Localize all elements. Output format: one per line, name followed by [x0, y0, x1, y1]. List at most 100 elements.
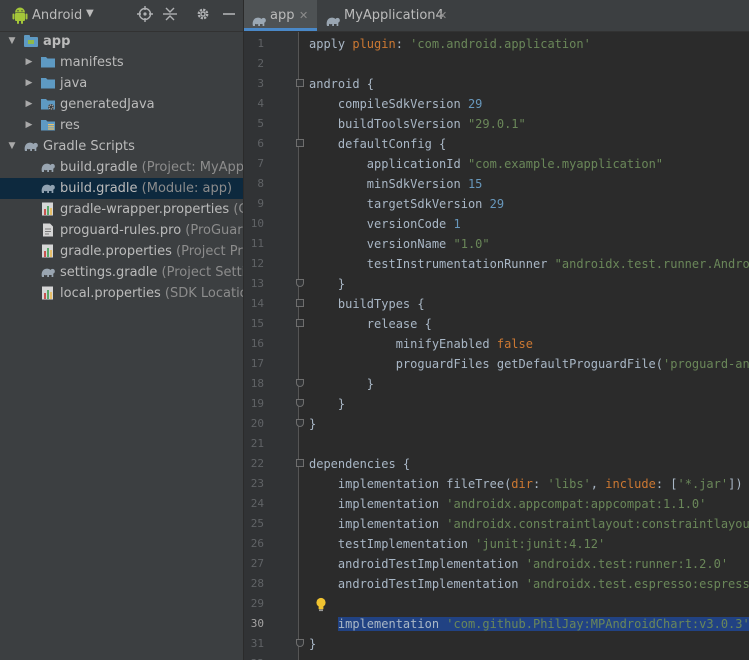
tree-item-app[interactable]: ▼ app — [0, 31, 243, 52]
code-line[interactable]: 11 versionName "1.0" — [244, 234, 749, 254]
expand-down-icon[interactable]: ▼ — [6, 31, 18, 52]
tree-item-gradle-wrapper-properties[interactable]: gradle-wrapper.properties (Gradle Versio… — [0, 199, 243, 220]
code-text: minSdkVersion 15 — [309, 174, 483, 194]
tree-item-java[interactable]: ▶ java — [0, 73, 243, 94]
fold-start-icon[interactable] — [296, 299, 304, 307]
generated-folder-icon — [40, 97, 56, 112]
tree-item-name: java — [60, 76, 88, 91]
code-area[interactable]: 1 apply plugin: 'com.android.application'… — [244, 32, 749, 660]
fold-end-icon[interactable] — [296, 279, 304, 287]
tree-item-settings-gradle[interactable]: settings.gradle (Project Settings) — [0, 262, 243, 283]
code-line[interactable]: 26 testImplementation 'junit:junit:4.12' — [244, 534, 749, 554]
code-line[interactable]: 2 — [244, 54, 749, 74]
close-icon[interactable]: ✕ — [438, 0, 447, 31]
code-token: include — [605, 477, 656, 491]
tree-item-label: res — [60, 115, 80, 136]
code-line[interactable]: 19 } — [244, 394, 749, 414]
code-line[interactable]: 18 } — [244, 374, 749, 394]
expand-right-icon[interactable]: ▶ — [23, 94, 35, 115]
expand-right-icon[interactable]: ▶ — [23, 52, 35, 73]
code-token: apply — [309, 37, 353, 51]
code-token: 'androidx.test.espresso:espresso-core:3.… — [525, 577, 749, 591]
code-line[interactable]: 3 android { — [244, 74, 749, 94]
expand-right-icon[interactable]: ▶ — [23, 73, 35, 94]
tree-item-generatedJava[interactable]: ▶ generatedJava — [0, 94, 243, 115]
fold-end-icon[interactable] — [296, 639, 304, 647]
code-line[interactable]: 14 buildTypes { — [244, 294, 749, 314]
fold-end-icon[interactable] — [296, 419, 304, 427]
collapse-all-icon[interactable] — [161, 6, 179, 24]
tree-item-name: app — [43, 34, 71, 49]
code-line[interactable]: 25 implementation 'androidx.constraintla… — [244, 514, 749, 534]
code-line[interactable]: 12 testInstrumentationRunner "androidx.t… — [244, 254, 749, 274]
fold-start-icon[interactable] — [296, 459, 304, 467]
code-line[interactable]: 20} — [244, 414, 749, 434]
code-line[interactable]: 16 minifyEnabled false — [244, 334, 749, 354]
code-token: 1 — [453, 217, 461, 231]
code-token: : — [395, 37, 411, 51]
tree-item-proguard-rules[interactable]: proguard-rules.pro (ProGuard Rules for a… — [0, 220, 243, 241]
code-line[interactable]: 27 androidTestImplementation 'androidx.t… — [244, 554, 749, 574]
code-line[interactable]: 8 minSdkVersion 15 — [244, 174, 749, 194]
tree-item-hint: (Project Properties) — [176, 244, 243, 259]
tree-item-build-gradle-project[interactable]: build.gradle (Project: MyApplication4) — [0, 157, 243, 178]
tree-item-manifests[interactable]: ▶ manifests — [0, 52, 243, 73]
line-number: 15 — [250, 317, 264, 330]
fold-end-icon[interactable] — [296, 399, 304, 407]
code-line[interactable]: 17 proguardFiles getDefaultProguardFile(… — [244, 354, 749, 374]
code-line[interactable]: 9 targetSdkVersion 29 — [244, 194, 749, 214]
locate-icon[interactable] — [136, 6, 154, 24]
code-line[interactable]: 13 } — [244, 274, 749, 294]
code-token: applicationId — [309, 157, 468, 171]
line-number: 21 — [250, 437, 264, 450]
tree-item-label: java — [60, 73, 87, 94]
fold-start-icon[interactable] — [296, 79, 304, 87]
code-line[interactable]: 1 apply plugin: 'com.android.application' — [244, 34, 749, 54]
tree-item-hint: (ProGuard Rules for app) — [185, 223, 243, 238]
line-number: 20 — [250, 417, 264, 430]
tree-item-label: manifests — [60, 52, 124, 73]
code-line[interactable]: 21 — [244, 434, 749, 454]
close-icon[interactable]: ✕ — [299, 0, 308, 31]
code-line[interactable]: 10 versionCode 1 — [244, 214, 749, 234]
tree-item-res[interactable]: ▶ res — [0, 115, 243, 136]
code-line[interactable]: 7 applicationId "com.example.myapplicati… — [244, 154, 749, 174]
minimize-icon[interactable] — [220, 6, 238, 24]
code-line[interactable]: 30 implementation 'com.github.PhilJay:MP… — [244, 614, 749, 634]
fold-start-icon[interactable] — [296, 139, 304, 147]
tree-item-local-properties[interactable]: local.properties (SDK Location) — [0, 283, 243, 304]
gear-icon[interactable] — [194, 6, 212, 24]
code-line[interactable]: 23 implementation fileTree(dir: 'libs', … — [244, 474, 749, 494]
fold-start-icon[interactable] — [296, 319, 304, 327]
tree-item-build-gradle-module[interactable]: build.gradle (Module: app) — [0, 178, 243, 199]
code-line[interactable]: 5 buildToolsVersion "29.0.1" — [244, 114, 749, 134]
code-token: defaultConfig { — [309, 137, 447, 151]
code-token: implementation — [309, 517, 447, 531]
tree-item-name: res — [60, 118, 80, 133]
code-line[interactable]: 24 implementation 'androidx.appcompat:ap… — [244, 494, 749, 514]
code-text: testImplementation 'junit:junit:4.12' — [309, 534, 605, 554]
code-text: } — [309, 374, 374, 394]
code-line[interactable]: 4 compileSdkVersion 29 — [244, 94, 749, 114]
code-token: plugin — [352, 37, 396, 51]
code-text: minifyEnabled false — [309, 334, 533, 354]
tab-app[interactable]: app ✕ — [244, 0, 317, 31]
tree-item-gradle-scripts[interactable]: ▼ Gradle Scripts — [0, 136, 243, 157]
code-line[interactable]: 31} — [244, 634, 749, 654]
code-line[interactable]: 22 dependencies { — [244, 454, 749, 474]
chevron-down-icon[interactable]: ▼ — [86, 8, 94, 19]
code-token: testImplementation — [309, 537, 476, 551]
project-view-selector[interactable]: Android — [32, 8, 82, 23]
tab-myapplication4[interactable]: MyApplication4 ✕ — [318, 0, 456, 31]
code-line[interactable]: 15 release { — [244, 314, 749, 334]
code-text: implementation 'androidx.appcompat:appco… — [309, 494, 706, 514]
fold-end-icon[interactable] — [296, 379, 304, 387]
expand-right-icon[interactable]: ▶ — [23, 115, 35, 136]
tree-item-gradle-properties[interactable]: gradle.properties (Project Properties) — [0, 241, 243, 262]
line-number: 12 — [250, 257, 264, 270]
code-line[interactable]: 32 — [244, 654, 749, 660]
code-line[interactable]: 28 androidTestImplementation 'androidx.t… — [244, 574, 749, 594]
expand-down-icon[interactable]: ▼ — [6, 136, 18, 157]
code-line[interactable]: 29 — [244, 594, 749, 614]
code-line[interactable]: 6 defaultConfig { — [244, 134, 749, 154]
